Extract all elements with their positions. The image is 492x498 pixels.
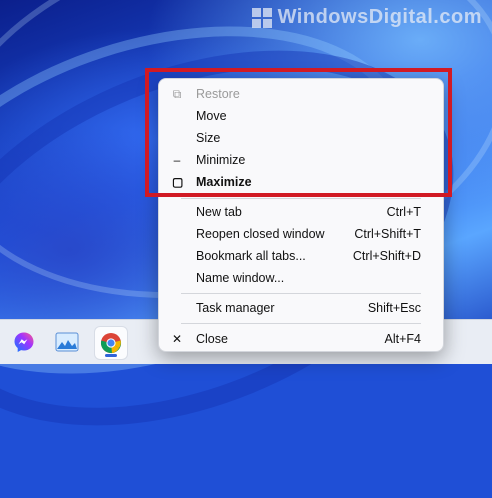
menu-item-new-tab[interactable]: New tab Ctrl+T — [159, 202, 445, 222]
menu-item-label: Close — [196, 332, 228, 346]
close-icon: ✕ — [172, 332, 183, 346]
photos-icon[interactable] — [51, 326, 83, 358]
menu-item-task-manager[interactable]: Task manager Shift+Esc — [159, 298, 445, 318]
watermark: WindowsDigital.com — [251, 6, 482, 29]
chrome-icon[interactable] — [94, 326, 128, 360]
menu-item-shortcut: Alt+F4 — [384, 332, 421, 346]
watermark-text: WindowsDigital.com — [277, 6, 482, 28]
menu-separator — [181, 198, 421, 199]
menu-item-shortcut: Ctrl+Shift+T — [354, 227, 421, 241]
messenger-icon[interactable] — [8, 326, 40, 358]
menu-item-label: Reopen closed window — [196, 227, 325, 241]
menu-separator — [181, 293, 421, 294]
menu-item-shortcut: Shift+Esc — [367, 301, 421, 315]
menu-separator — [181, 323, 421, 324]
menu-item-bookmark-all-tabs[interactable]: Bookmark all tabs... Ctrl+Shift+D — [159, 246, 445, 266]
menu-item-label: New tab — [196, 205, 242, 219]
menu-item-reopen-closed-window[interactable]: Reopen closed window Ctrl+Shift+T — [159, 224, 445, 244]
menu-item-label: Task manager — [196, 301, 275, 315]
menu-item-shortcut: Ctrl+T — [386, 205, 421, 219]
menu-item-name-window[interactable]: Name window... — [159, 268, 445, 288]
annotation-highlight-box — [145, 68, 452, 197]
active-app-indicator — [105, 354, 117, 357]
windows-logo-icon — [251, 7, 272, 28]
menu-item-label: Name window... — [196, 271, 285, 285]
menu-item-close[interactable]: ✕ Close Alt+F4 — [159, 329, 445, 349]
menu-item-shortcut: Ctrl+Shift+D — [352, 249, 421, 263]
menu-item-label: Bookmark all tabs... — [196, 249, 306, 263]
